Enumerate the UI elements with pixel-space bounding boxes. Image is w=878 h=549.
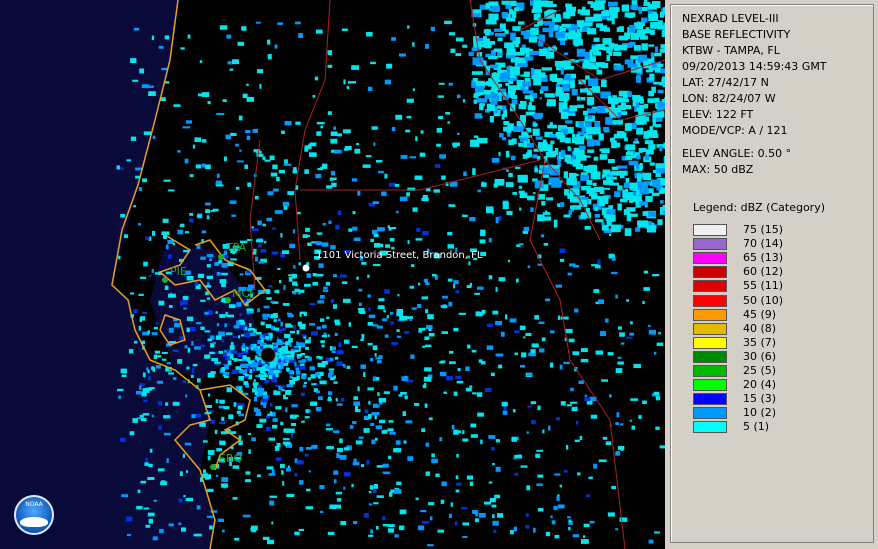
info-elev-angle: ELEV ANGLE: 0.50 °	[682, 147, 792, 160]
station-label-pie: PIE	[170, 265, 187, 278]
legend-label: 35 (7)	[743, 335, 777, 349]
info-station: KTBW - TAMPA, FL	[682, 44, 780, 57]
legend-label: 30 (6)	[743, 349, 777, 363]
legend-label: 5 (1)	[743, 420, 770, 434]
legend-swatch	[693, 393, 727, 406]
legend-label: 60 (12)	[743, 265, 784, 279]
legend-swatch	[693, 365, 727, 377]
legend-label: 25 (5)	[743, 364, 777, 377]
info-product-name: BASE REFLECTIVITY	[682, 28, 791, 41]
legend-title: Legend: dBZ (Category)	[693, 201, 825, 214]
radar-map-canvas	[0, 0, 665, 549]
legend-label: 70 (14)	[743, 237, 784, 251]
info-product-type: NEXRAD LEVEL-III	[682, 12, 779, 25]
legend-swatch	[693, 224, 727, 236]
info-panel: NEXRAD LEVEL-III BASE REFLECTIVITY KTBW …	[670, 4, 874, 543]
station-dot-srq	[210, 464, 216, 470]
info-latitude: LAT: 27/42/17 N	[682, 76, 769, 89]
legend-swatch	[693, 336, 727, 349]
legend-label: 20 (4)	[743, 378, 777, 392]
station-dot-tpa	[218, 254, 224, 260]
info-mode-vcp: MODE/VCP: A / 121	[682, 124, 788, 137]
station-label-srq: SRQ	[219, 452, 243, 465]
legend-swatch	[693, 379, 727, 392]
legend-swatch	[693, 294, 727, 307]
radar-map-view[interactable]: TPA PIE MCF SRQ 1101 Victoria Street, Br…	[0, 0, 665, 549]
legend-label: 45 (9)	[743, 307, 777, 321]
location-label: 1101 Victoria Street, Brandon, FL	[316, 250, 483, 261]
legend-label: 10 (2)	[743, 406, 777, 420]
info-timestamp: 09/20/2013 14:59:43 GMT	[682, 60, 827, 73]
station-dot-mcf	[225, 297, 231, 303]
legend-label: 40 (8)	[743, 321, 777, 335]
noaa-logo: NOAA	[14, 495, 54, 535]
location-marker[interactable]	[302, 264, 310, 272]
station-label-mcf: MCF	[232, 287, 256, 300]
legend-swatch	[693, 238, 727, 251]
legend-swatch	[693, 350, 727, 363]
legend-label: 65 (13)	[743, 251, 784, 265]
legend-swatch	[693, 421, 727, 434]
legend-swatch	[693, 252, 727, 265]
station-dot-pie	[162, 277, 168, 283]
radar-site-marker	[260, 347, 276, 363]
noaa-logo-wave	[20, 517, 48, 527]
legend-swatch	[693, 407, 727, 420]
legend-label: 15 (3)	[743, 392, 777, 406]
legend-swatch	[693, 308, 727, 321]
legend-label: 75 (15)	[743, 223, 784, 236]
station-label-tpa: TPA	[226, 241, 247, 254]
info-elevation: ELEV: 122 FT	[682, 108, 754, 121]
legend-swatch	[693, 280, 727, 293]
legend-label: 55 (11)	[743, 279, 784, 293]
legend-swatch	[693, 266, 727, 279]
info-max: MAX: 50 dBZ	[682, 163, 754, 176]
legend-swatch	[693, 322, 727, 335]
info-longitude: LON: 82/24/07 W	[682, 92, 776, 105]
legend-label: 50 (10)	[743, 293, 784, 307]
noaa-logo-text: NOAA	[25, 501, 43, 508]
